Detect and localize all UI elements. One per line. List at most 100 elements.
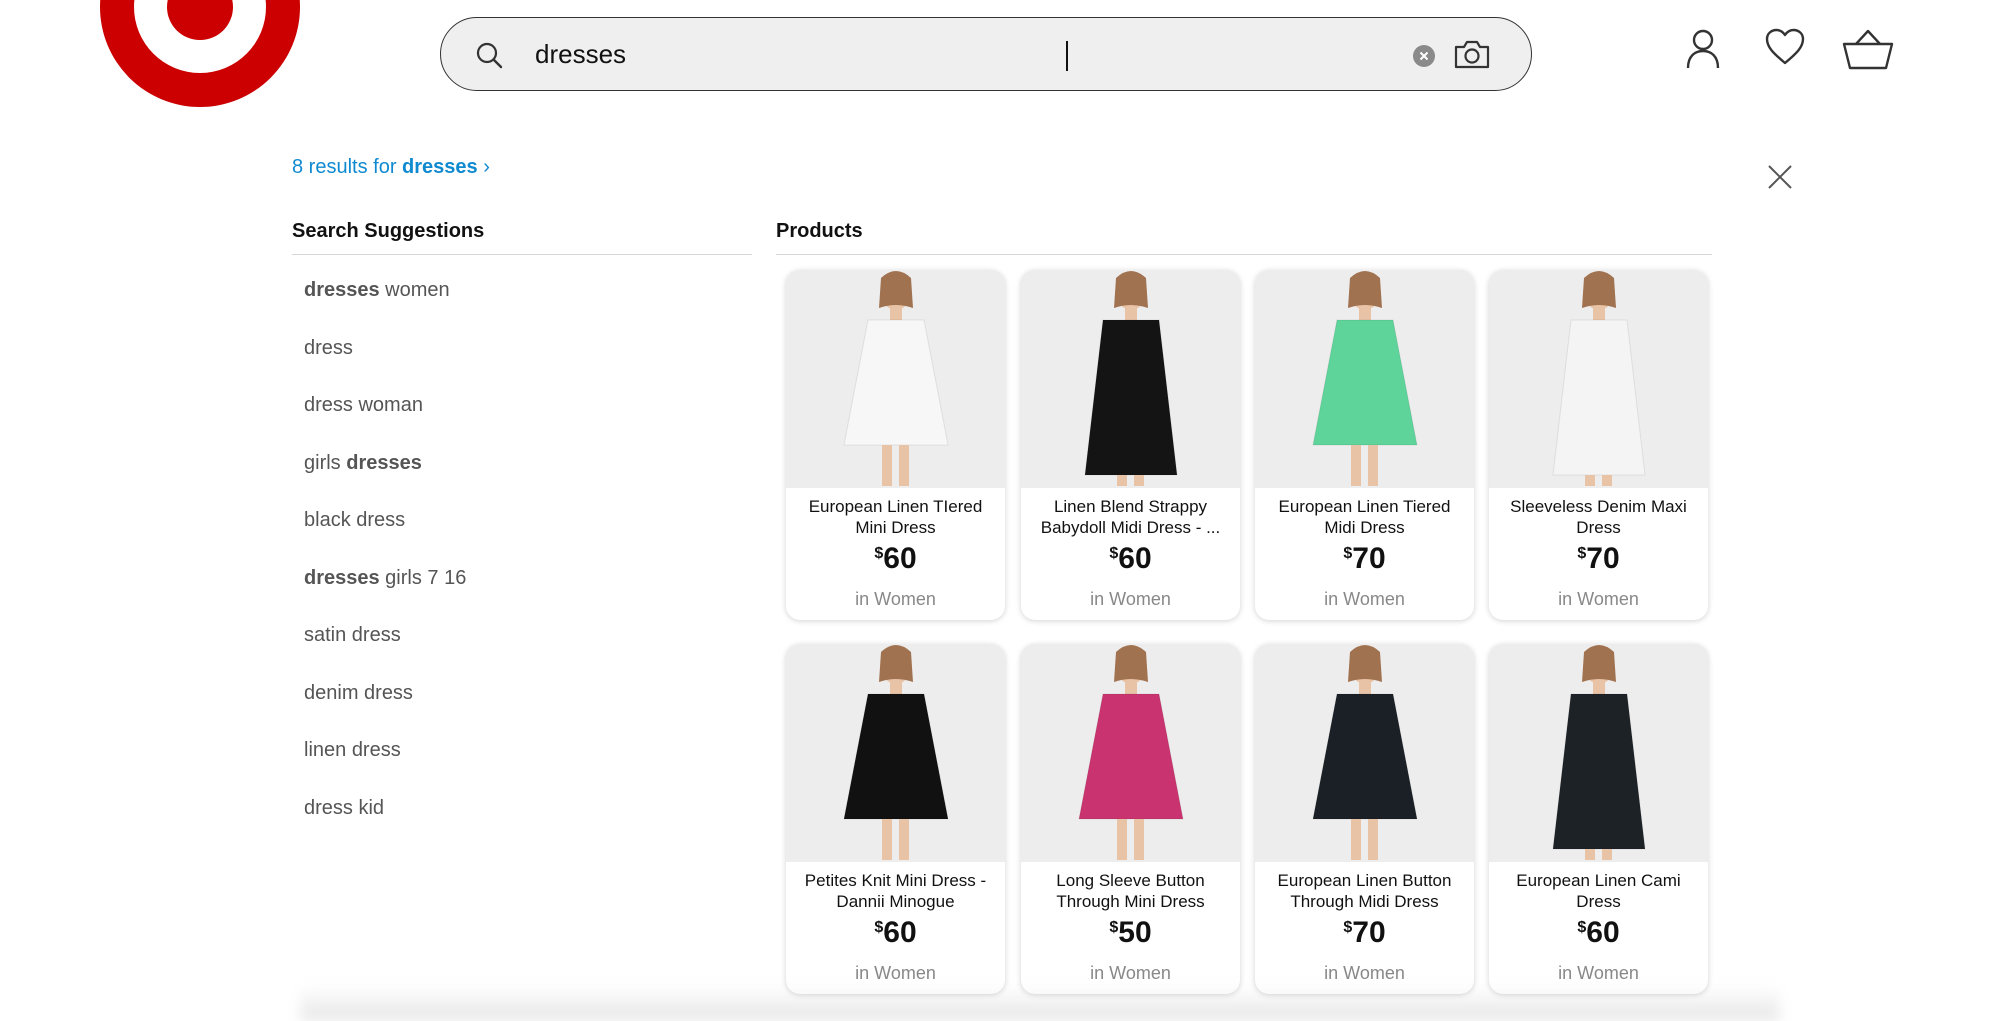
product-name: Sleeveless Denim Maxi Dress [1510, 497, 1687, 537]
product-image [1255, 270, 1474, 488]
currency-symbol: $ [1109, 545, 1119, 562]
price-value: 60 [883, 916, 917, 949]
product-name: European Linen TIered Mini Dress [808, 497, 983, 537]
product-price: $60 [1021, 542, 1240, 576]
currency-symbol: $ [874, 545, 884, 562]
products-divider [776, 254, 1712, 255]
product-card[interactable]: European Linen Cami Dress $60 in Women [1489, 644, 1708, 994]
suggestion-item[interactable]: dress woman [304, 385, 466, 443]
product-price: $60 [1489, 916, 1708, 950]
suggestion-text: women [379, 279, 450, 301]
heart-icon[interactable] [1765, 28, 1805, 66]
chevron-right-icon: › [483, 156, 490, 178]
product-price: $70 [1255, 916, 1474, 950]
close-icon[interactable] [1767, 164, 1793, 190]
product-category: in Women [1558, 589, 1639, 609]
suggestions-list: dresses women dress dress woman girls dress… [304, 270, 466, 845]
suggestion-item[interactable]: black dress [304, 500, 466, 558]
suggestion-item[interactable]: satin dress [304, 615, 466, 673]
suggestion-item[interactable]: dress kid [304, 788, 466, 846]
product-price: $60 [786, 916, 1005, 950]
results-query: dresses [402, 156, 478, 178]
suggestion-text: black dress [304, 509, 406, 531]
suggestion-item[interactable]: dresses girls 7 16 [304, 558, 466, 616]
product-name: Linen Blend Strappy Babydoll Midi Dress … [1040, 497, 1221, 537]
product-category: in Women [1324, 963, 1405, 983]
suggestion-item[interactable]: girls dresses [304, 443, 466, 501]
suggestion-text: linen dress [304, 739, 401, 761]
product-category: in Women [1090, 589, 1171, 609]
price-value: 70 [1352, 542, 1386, 575]
search-bar[interactable] [440, 17, 1532, 91]
search-input[interactable] [535, 18, 1395, 90]
suggestions-heading: Search Suggestions [292, 220, 485, 242]
suggestion-item[interactable]: dresses women [304, 270, 466, 328]
product-price: $70 [1255, 542, 1474, 576]
product-name: European Linen Tiered Midi Dress [1278, 497, 1451, 537]
suggestion-item[interactable]: dress [304, 328, 466, 386]
product-image [786, 644, 1005, 862]
product-card[interactable]: European Linen Tiered Midi Dress $70 in Wo… [1255, 270, 1474, 620]
bottom-shadow [300, 985, 1780, 1021]
suggestions-divider [292, 254, 752, 255]
suggestion-text: dress kid [304, 796, 385, 819]
product-price: $60 [786, 542, 1005, 576]
product-name: Long Sleeve Button Through Mini Dress [1056, 871, 1205, 911]
product-price: $50 [1021, 916, 1240, 950]
suggestion-text: dress woman [304, 394, 423, 416]
product-name: Petites Knit Mini Dress - Dannii Minogue [804, 871, 987, 911]
price-value: 70 [1352, 916, 1386, 949]
currency-symbol: $ [1577, 545, 1587, 562]
currency-symbol: $ [1343, 919, 1353, 936]
product-image [1021, 644, 1240, 862]
currency-symbol: $ [1343, 545, 1353, 562]
currency-symbol: $ [874, 919, 884, 936]
product-image [786, 270, 1005, 488]
suggestion-prefix: girls [304, 451, 347, 474]
price-value: 60 [1118, 542, 1152, 575]
product-category: in Women [855, 963, 936, 983]
suggestion-item[interactable]: denim dress [304, 673, 466, 731]
suggestion-bold-term: dresses [346, 451, 422, 474]
product-card[interactable]: Long Sleeve Button Through Mini Dress $50… [1021, 644, 1240, 994]
target-logo[interactable] [75, 0, 325, 110]
product-image [1489, 644, 1708, 862]
suggestion-bold-term: dresses [304, 566, 380, 589]
product-name: European Linen Button Through Midi Dress [1277, 871, 1452, 911]
cart-icon[interactable] [1842, 28, 1894, 70]
price-value: 70 [1586, 542, 1620, 575]
product-card[interactable]: European Linen TIered Mini Dress $60 in Wo… [786, 270, 1005, 620]
camera-icon[interactable] [1453, 37, 1491, 71]
product-price: $70 [1489, 542, 1708, 576]
clear-icon[interactable] [1413, 45, 1435, 67]
price-value: 60 [883, 542, 917, 575]
price-value: 50 [1118, 916, 1152, 949]
product-category: in Women [1558, 963, 1639, 983]
suggestion-text: denim dress [304, 681, 413, 704]
product-card[interactable]: Linen Blend Strappy Babydoll Midi Dress … [1021, 270, 1240, 620]
suggestion-bold-term: dresses [304, 279, 380, 301]
product-image [1489, 270, 1708, 488]
suggestion-text: girls 7 16 [379, 566, 467, 589]
product-category: in Women [1324, 589, 1405, 609]
suggestion-text: dress [304, 336, 353, 359]
results-link[interactable]: 8 results for dresses › [292, 156, 490, 179]
product-card[interactable]: Petites Knit Mini Dress - Dannii Minogue… [786, 644, 1005, 994]
suggestion-item[interactable]: linen dress [304, 730, 466, 788]
product-image [1021, 270, 1240, 488]
product-image [1255, 644, 1474, 862]
product-category: in Women [855, 589, 936, 609]
product-name: European Linen Cami Dress [1516, 871, 1681, 911]
price-value: 60 [1586, 916, 1620, 949]
product-card[interactable]: European Linen Button Through Midi Dress… [1255, 644, 1474, 994]
suggestion-text: satin dress [304, 624, 401, 646]
text-caret [1066, 41, 1068, 71]
product-card[interactable]: Sleeveless Denim Maxi Dress $70 in Women [1489, 270, 1708, 620]
search-icon[interactable] [475, 41, 503, 69]
account-icon[interactable] [1685, 28, 1721, 70]
product-category: in Women [1090, 963, 1171, 983]
results-count-text: 8 results for [292, 156, 397, 178]
products-heading: Products [776, 220, 863, 242]
currency-symbol: $ [1109, 919, 1119, 936]
currency-symbol: $ [1577, 919, 1587, 936]
